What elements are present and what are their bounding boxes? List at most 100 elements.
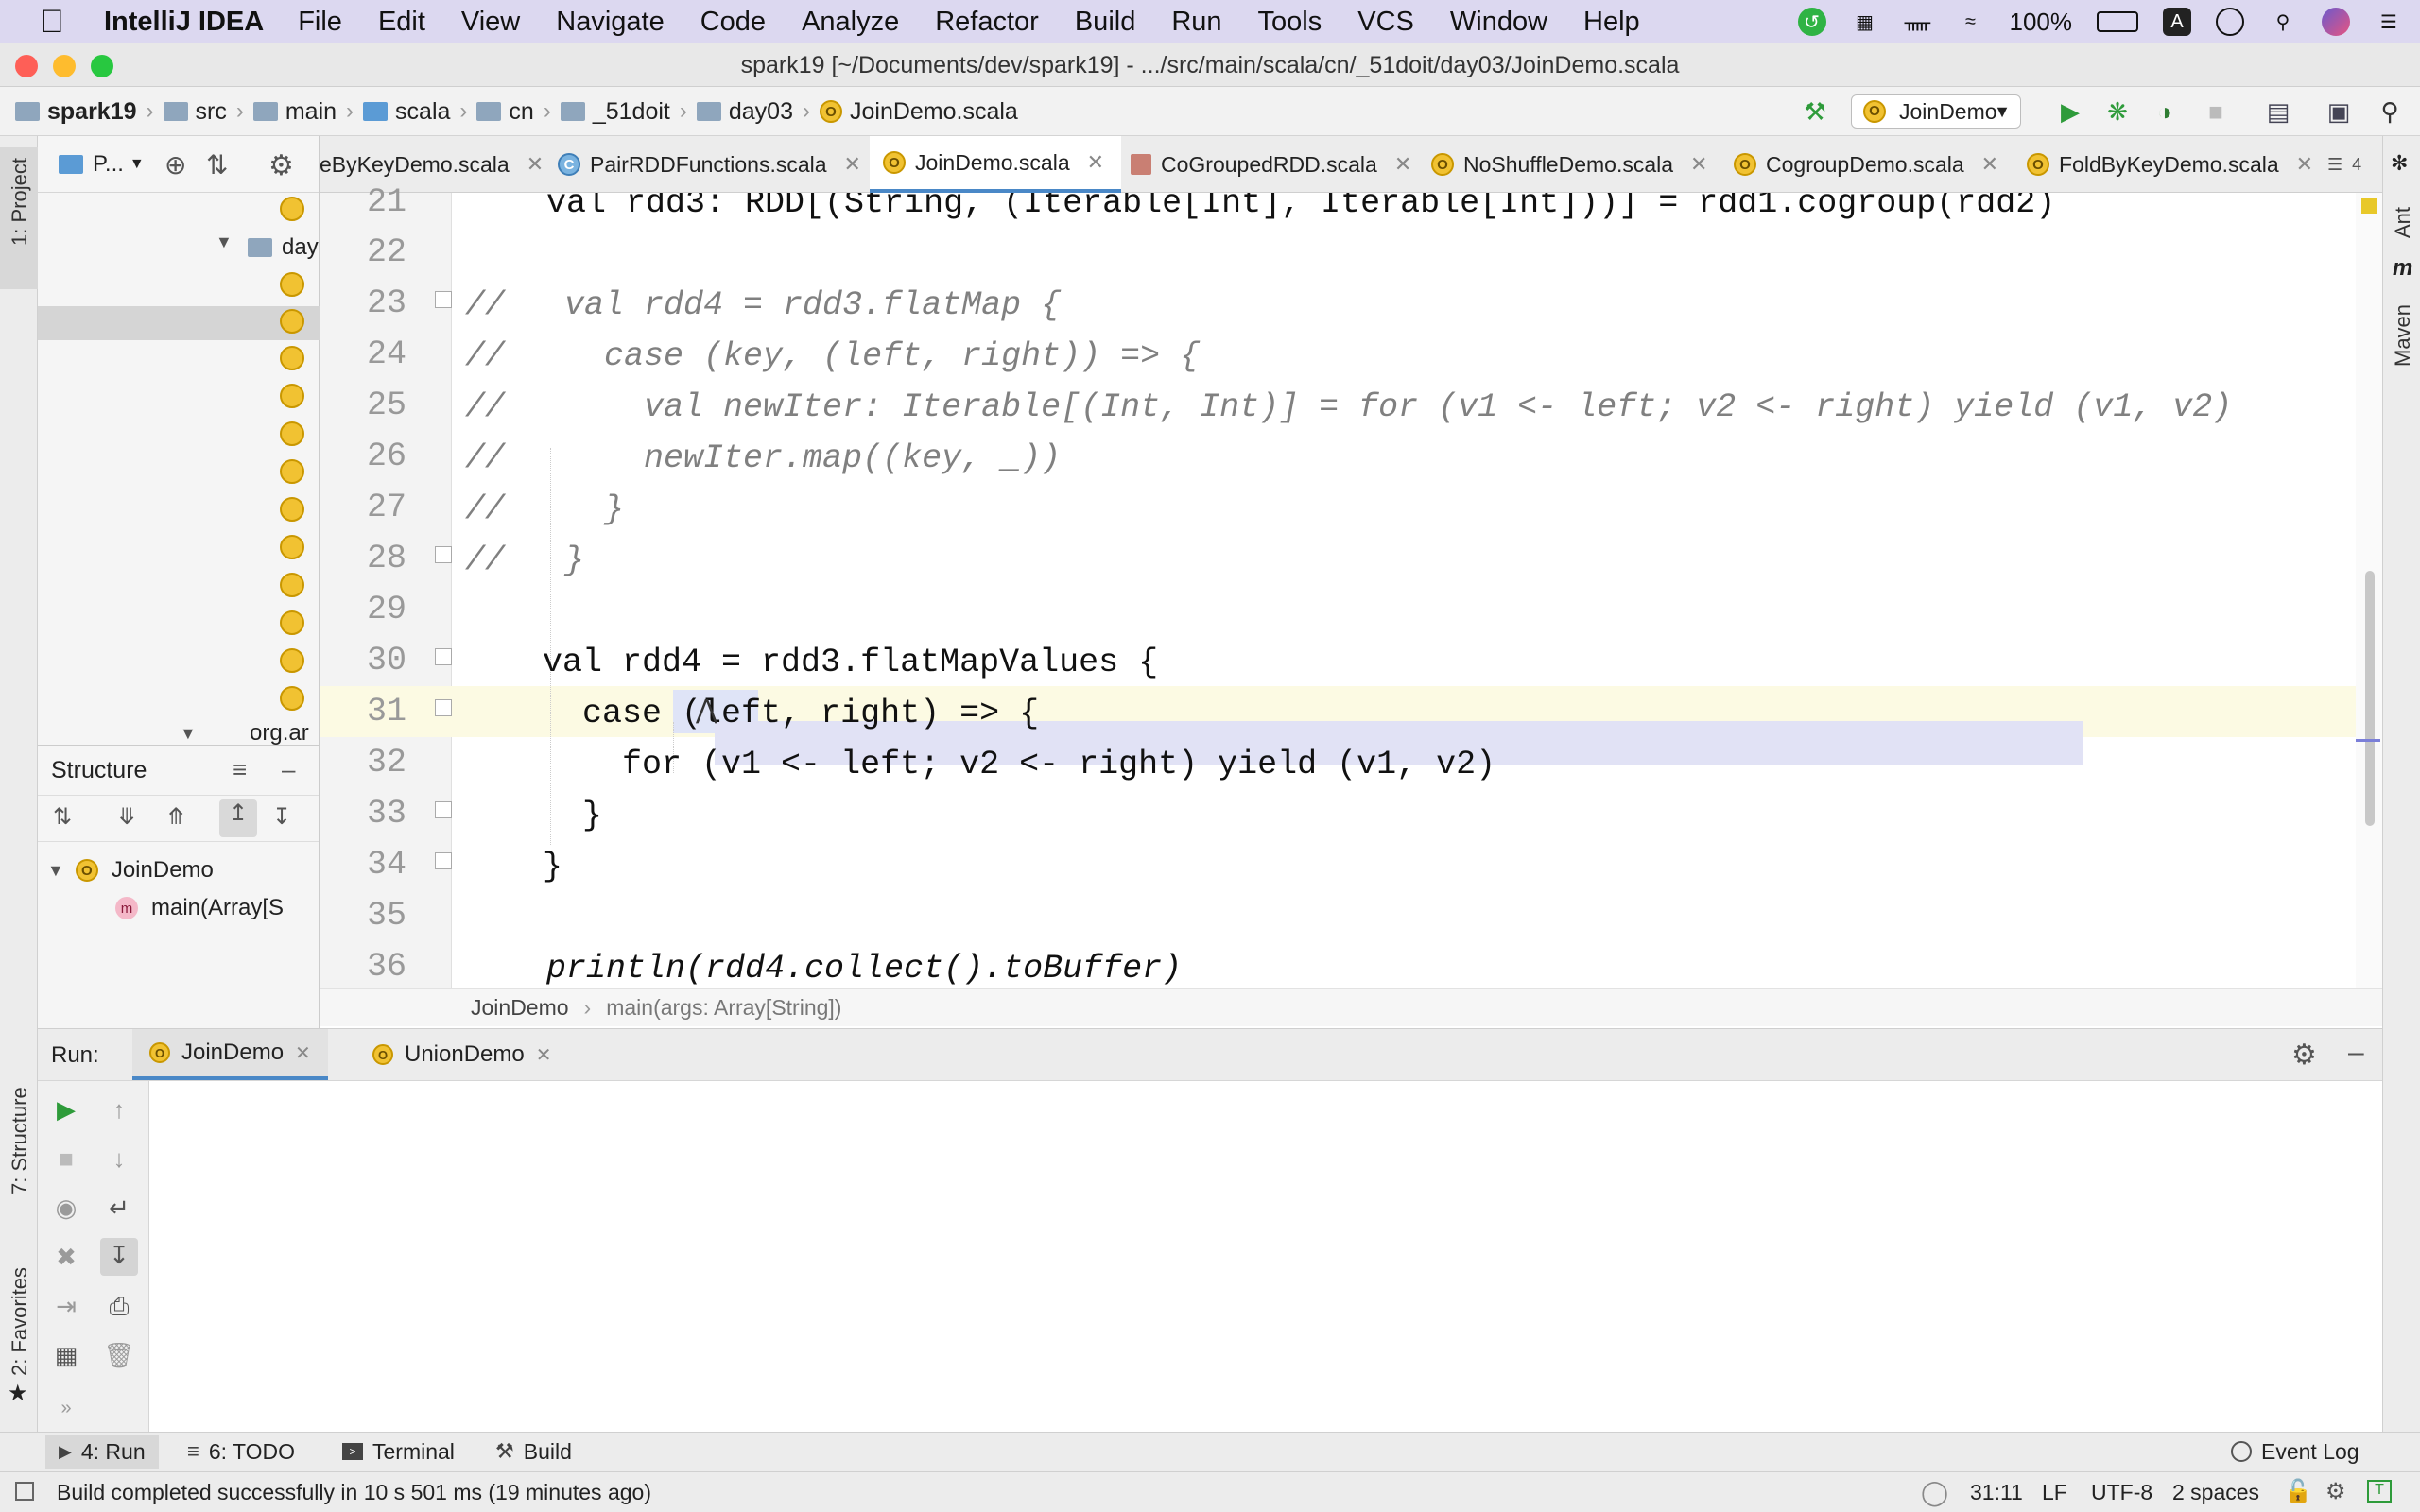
- line-separator[interactable]: LF: [2042, 1480, 2067, 1505]
- run-icon[interactable]: ▶: [2055, 96, 2085, 127]
- print-icon[interactable]: ⎙: [102, 1289, 136, 1323]
- app-menu[interactable]: IntelliJ IDEA: [104, 7, 264, 38]
- hide-panel-icon[interactable]: –: [282, 755, 295, 784]
- arrow-down-icon[interactable]: ↓: [102, 1142, 136, 1176]
- clock-icon[interactable]: [2216, 8, 2244, 36]
- close-tab-icon[interactable]: ✕: [527, 152, 544, 177]
- apple-menu-icon[interactable]: : [0, 4, 104, 41]
- menu-vcs[interactable]: VCS: [1357, 7, 1414, 38]
- scala-object-icon[interactable]: [280, 497, 304, 522]
- scala-object-icon[interactable]: [280, 197, 304, 221]
- layout-icon[interactable]: ▦: [49, 1338, 83, 1372]
- terminal-tool-button[interactable]: > Terminal: [342, 1435, 455, 1469]
- menu-edit[interactable]: Edit: [378, 7, 425, 38]
- indent-setting[interactable]: 2 spaces: [2172, 1480, 2259, 1505]
- scala-object-icon[interactable]: [280, 535, 304, 559]
- menu-tools[interactable]: Tools: [1258, 7, 1322, 38]
- fold-marker-icon[interactable]: [435, 801, 452, 818]
- crumb-project[interactable]: spark19: [15, 98, 137, 126]
- close-tab-icon[interactable]: ✕: [295, 1041, 311, 1065]
- structure-options-icon[interactable]: ≡: [233, 755, 247, 784]
- menu-refactor[interactable]: Refactor: [935, 7, 1039, 38]
- chevron-down-icon[interactable]: ▼: [130, 156, 145, 173]
- caret-position[interactable]: 31:11: [1970, 1480, 2023, 1505]
- crumb-src[interactable]: src: [163, 98, 227, 126]
- crumb-day03[interactable]: day03: [696, 98, 793, 126]
- project-structure-icon[interactable]: ▤: [2263, 96, 2293, 127]
- soft-wrap-icon[interactable]: ↵: [102, 1191, 136, 1225]
- collapse-all-icon[interactable]: ⇅: [206, 149, 228, 180]
- code-editor[interactable]: val rdd3: RDD[(String, (Iterable[Int], I…: [452, 193, 2356, 988]
- favorites-tool-button[interactable]: 2: Favorites ★: [0, 1251, 38, 1406]
- breadcrumb-method[interactable]: main(args: Array[String]): [606, 995, 841, 1021]
- menu-help[interactable]: Help: [1583, 7, 1640, 38]
- scala-object-icon[interactable]: [280, 421, 304, 446]
- tab-foldbykeydemo[interactable]: O FoldByKeyDemo.scala ✕: [2027, 136, 2313, 193]
- scala-object-icon[interactable]: [280, 459, 304, 484]
- selected-tree-row[interactable]: [38, 306, 320, 340]
- tree-item-day[interactable]: day: [282, 234, 319, 261]
- breadcrumb-class[interactable]: JoinDemo: [471, 995, 569, 1021]
- scala-object-icon[interactable]: [280, 686, 304, 711]
- exit-icon[interactable]: ✖: [49, 1240, 83, 1274]
- maven-tool-button[interactable]: m Maven: [2383, 255, 2420, 378]
- run-tab-joindemo[interactable]: O JoinDemo ✕: [132, 1029, 328, 1080]
- expand-arrow-icon[interactable]: ▼: [216, 232, 233, 252]
- fold-marker-icon[interactable]: [435, 546, 452, 563]
- tab-groupbykeydemo[interactable]: eByKeyDemo.scala ✕: [320, 136, 544, 193]
- run-tab-uniondemo[interactable]: O UnionDemo ✕: [355, 1029, 569, 1080]
- event-status-icon[interactable]: T: [2367, 1480, 2392, 1503]
- stop-icon[interactable]: ■: [2201, 96, 2231, 127]
- crumb-cn[interactable]: cn: [476, 98, 534, 126]
- file-encoding[interactable]: UTF-8: [2091, 1480, 2152, 1505]
- scala-object-icon[interactable]: [280, 272, 304, 297]
- siri-icon[interactable]: [2322, 8, 2350, 36]
- scala-object-icon[interactable]: [280, 309, 304, 334]
- structure-method-node[interactable]: m main(Array[S: [115, 895, 284, 921]
- status-message[interactable]: Build completed successfully in 10 s 501…: [57, 1480, 651, 1505]
- scala-object-icon[interactable]: [280, 610, 304, 635]
- tab-cogroupedrdd[interactable]: CoGroupedRDD.scala ✕: [1131, 136, 1411, 193]
- expand-arrow-icon[interactable]: ▼: [180, 724, 197, 744]
- share-icon[interactable]: ↺: [1797, 8, 1826, 36]
- gear-icon[interactable]: ⚙: [268, 149, 294, 182]
- hide-panel-icon[interactable]: –: [2348, 1037, 2364, 1069]
- wifi-icon[interactable]: ≈: [1957, 8, 1985, 36]
- show-fields-icon[interactable]: ⤊: [166, 803, 185, 831]
- close-tab-icon[interactable]: ✕: [1394, 152, 1411, 177]
- autoscroll-from-source-icon[interactable]: ↧: [272, 803, 291, 831]
- sort-alphabetically-icon[interactable]: ⇅: [53, 803, 72, 831]
- fold-marker-icon[interactable]: [435, 699, 452, 716]
- fold-marker-icon[interactable]: [435, 648, 452, 665]
- build-tool-button[interactable]: ⚒ Build: [495, 1435, 572, 1469]
- scroll-to-end-icon[interactable]: ↧: [100, 1238, 138, 1276]
- menu-navigate[interactable]: Navigate: [556, 7, 664, 38]
- tab-joindemo[interactable]: O JoinDemo.scala ✕: [870, 136, 1122, 193]
- login-icon[interactable]: ⇥: [49, 1289, 83, 1323]
- gear-icon[interactable]: ⚙: [2291, 1039, 2317, 1072]
- close-tab-icon[interactable]: ✕: [844, 152, 861, 177]
- crumb-51doit[interactable]: _51doit: [560, 98, 670, 126]
- crumb-main[interactable]: main: [252, 98, 337, 126]
- menu-window[interactable]: Window: [1450, 7, 1547, 38]
- more-icon[interactable]: »: [49, 1391, 83, 1425]
- close-tab-icon[interactable]: ✕: [1690, 152, 1707, 177]
- bluetooth-icon[interactable]: ᚅ: [1904, 8, 1932, 36]
- scala-object-icon[interactable]: [280, 346, 304, 370]
- project-tool-button[interactable]: 1: Project: [0, 147, 38, 289]
- todo-tool-button[interactable]: ≡ 6: TODO: [187, 1435, 295, 1469]
- autoscroll-to-source-icon[interactable]: ↥: [219, 799, 257, 837]
- app-tray-icon[interactable]: ▦: [1851, 8, 1879, 36]
- locate-file-icon[interactable]: ⊕: [164, 149, 186, 180]
- close-tab-icon[interactable]: ✕: [2296, 152, 2313, 177]
- build-hammer-icon[interactable]: ⚒: [1800, 96, 1830, 127]
- menu-analyze[interactable]: Analyze: [802, 7, 899, 38]
- spotlight-search-icon[interactable]: ⚲: [2269, 8, 2297, 36]
- structure-class-node[interactable]: ▼ O JoinDemo: [47, 857, 214, 884]
- camera-icon[interactable]: ◉: [49, 1191, 83, 1225]
- memory-indicator-icon[interactable]: ◯: [1921, 1478, 1948, 1507]
- warning-marker-icon[interactable]: [2361, 198, 2377, 214]
- battery-icon[interactable]: [2097, 11, 2138, 32]
- project-view-select[interactable]: P...: [93, 151, 124, 178]
- expand-arrow-icon[interactable]: ▼: [47, 861, 64, 881]
